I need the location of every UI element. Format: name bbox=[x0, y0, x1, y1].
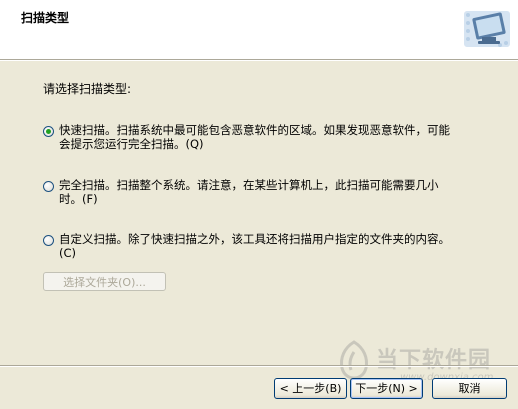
footer-divider bbox=[0, 365, 518, 367]
back-button[interactable]: < 上一步(B) bbox=[274, 378, 347, 399]
watermark-logo-icon bbox=[336, 340, 372, 380]
custom-scan-radio[interactable] bbox=[43, 235, 54, 246]
scan-monitor-icon bbox=[462, 7, 512, 53]
custom-scan-label[interactable]: 自定义扫描。除了快速扫描之外，该工具还将扫描用户指定的文件夹的内容。 (C) bbox=[59, 232, 489, 260]
next-button[interactable]: 下一步(N) > bbox=[350, 378, 423, 399]
full-scan-option[interactable]: 完全扫描。扫描整个系统。请注意，在某些计算机上，此扫描可能需要几小 时。(F) bbox=[43, 178, 483, 210]
page-title: 扫描类型 bbox=[21, 11, 70, 25]
quick-scan-option[interactable]: 快速扫描。扫描系统中最可能包含恶意软件的区域。如果发现恶意软件，可能 会提示您运… bbox=[43, 123, 483, 155]
custom-scan-option[interactable]: 自定义扫描。除了快速扫描之外，该工具还将扫描用户指定的文件夹的内容。 (C) bbox=[43, 232, 483, 264]
choose-folder-button[interactable]: 选择文件夹(O)... bbox=[43, 272, 166, 291]
full-scan-label[interactable]: 完全扫描。扫描整个系统。请注意，在某些计算机上，此扫描可能需要几小 时。(F) bbox=[59, 178, 489, 206]
header-divider bbox=[0, 59, 518, 61]
quick-scan-radio[interactable] bbox=[43, 126, 54, 137]
wizard-header: 扫描类型 bbox=[0, 0, 518, 59]
cancel-button[interactable]: 取消 bbox=[432, 378, 507, 399]
full-scan-radio[interactable] bbox=[43, 181, 54, 192]
quick-scan-label[interactable]: 快速扫描。扫描系统中最可能包含恶意软件的区域。如果发现恶意软件，可能 会提示您运… bbox=[59, 123, 489, 151]
watermark-text: 当下软件园 bbox=[376, 348, 492, 373]
scan-type-prompt: 请选择扫描类型: bbox=[43, 82, 132, 96]
